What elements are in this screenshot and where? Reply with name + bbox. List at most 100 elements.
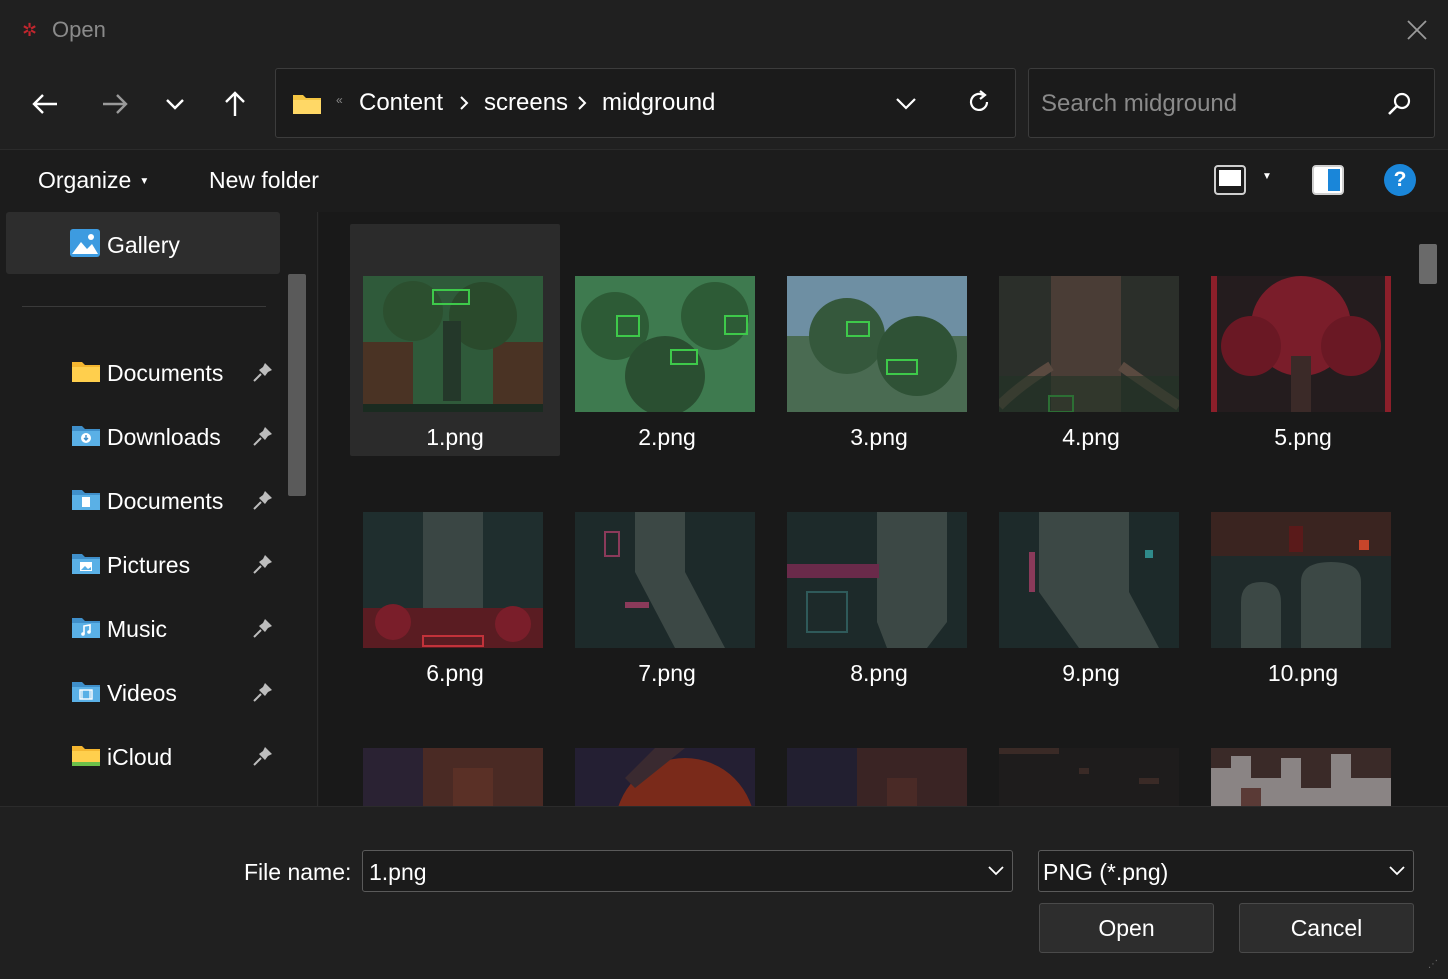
cancel-button[interactable]: Cancel xyxy=(1239,903,1414,953)
arrow-up-icon xyxy=(225,91,245,116)
search-input[interactable] xyxy=(1041,89,1371,119)
file-item[interactable] xyxy=(774,696,984,806)
back-button[interactable] xyxy=(23,84,67,124)
arrow-left-icon xyxy=(32,94,57,114)
sidebar-item-documents[interactable]: Documents xyxy=(6,348,280,400)
file-list-scrollbar[interactable] xyxy=(1419,244,1437,284)
thumbnail-image xyxy=(999,512,1179,648)
caret-down-icon: ▼ xyxy=(139,176,150,188)
file-name: 7.png xyxy=(638,660,696,686)
close-button[interactable] xyxy=(1386,0,1448,60)
resize-grip-icon[interactable]: ⋰ xyxy=(1428,959,1438,970)
refresh-icon[interactable] xyxy=(966,89,992,115)
folder-icon xyxy=(72,362,100,382)
chevron-down-icon xyxy=(1389,866,1405,876)
change-view-button[interactable] xyxy=(1213,163,1247,197)
downloads-folder-icon xyxy=(72,426,100,446)
file-name-field[interactable]: 1.png xyxy=(362,850,1013,892)
file-name: 8.png xyxy=(850,660,908,686)
breadcrumb-midground[interactable]: midground xyxy=(602,89,715,117)
title-bar: ✲ Open xyxy=(0,0,1448,60)
file-item[interactable] xyxy=(986,696,1196,806)
preview-pane-button[interactable] xyxy=(1311,163,1345,197)
help-button[interactable]: ? xyxy=(1384,164,1416,196)
file-type-select[interactable]: PNG (*.png) xyxy=(1038,850,1414,892)
sidebar-item-pictures[interactable]: Pictures xyxy=(6,540,280,592)
pin-icon[interactable] xyxy=(252,425,274,447)
open-button[interactable]: Open xyxy=(1039,903,1214,953)
file-item[interactable]: 6.png xyxy=(350,460,560,692)
thumbnail-image xyxy=(575,748,755,806)
organize-menu[interactable]: Organize ▼ xyxy=(38,167,149,194)
file-item[interactable] xyxy=(562,696,772,806)
breadcrumb-screens[interactable]: screens xyxy=(484,89,568,117)
command-bar: Organize ▼ New folder ▼ ? xyxy=(0,150,1448,212)
sidebar-item-icloud[interactable]: iCloud xyxy=(6,732,280,784)
file-item[interactable] xyxy=(350,696,560,806)
sidebar-item-documents-2[interactable]: Documents xyxy=(6,476,280,528)
address-history-chevron-icon[interactable] xyxy=(894,91,918,115)
chevron-down-icon[interactable] xyxy=(988,864,1004,876)
pin-icon[interactable] xyxy=(252,489,274,511)
search-icon[interactable] xyxy=(1386,91,1412,117)
sidebar-scrollbar[interactable] xyxy=(288,274,306,496)
file-item[interactable]: 2.png xyxy=(562,224,772,456)
file-item[interactable]: 4.png xyxy=(986,224,1196,456)
thumbnail-image xyxy=(999,748,1179,806)
music-folder-icon xyxy=(72,618,100,638)
file-item[interactable]: 8.png xyxy=(774,460,984,692)
documents-folder-icon xyxy=(72,490,100,510)
close-icon xyxy=(1407,20,1427,40)
file-item[interactable]: 10.png xyxy=(1198,460,1408,692)
sidebar-item-downloads[interactable]: Downloads xyxy=(6,412,280,464)
file-item[interactable]: 1.png xyxy=(350,224,560,456)
view-icon xyxy=(1214,165,1246,195)
file-item[interactable]: 9.png xyxy=(986,460,1196,692)
file-type-value: PNG (*.png) xyxy=(1043,859,1169,885)
breadcrumb-overflow-icon[interactable]: « xyxy=(336,93,343,107)
file-item[interactable]: 7.png xyxy=(562,460,772,692)
pin-icon[interactable] xyxy=(252,553,274,575)
file-item[interactable]: 3.png xyxy=(774,224,984,456)
videos-folder-icon xyxy=(72,682,100,702)
address-bar[interactable]: « Content screens midground xyxy=(275,68,1016,138)
organize-label: Organize xyxy=(38,167,132,193)
thumbnail-image xyxy=(363,748,543,806)
pin-icon[interactable] xyxy=(252,745,274,767)
chevron-right-icon[interactable] xyxy=(577,95,587,111)
thumbnail-image xyxy=(575,512,755,648)
icloud-folder-icon xyxy=(72,746,100,766)
sidebar-item-gallery[interactable]: Gallery xyxy=(6,212,280,274)
file-item[interactable]: 5.png xyxy=(1198,224,1408,456)
thumbnail-image xyxy=(787,276,967,412)
pin-icon[interactable] xyxy=(252,681,274,703)
thumbnail-image xyxy=(1211,276,1391,412)
up-button[interactable] xyxy=(213,84,257,124)
divider xyxy=(22,306,266,307)
forward-button[interactable] xyxy=(93,84,137,124)
folder-icon xyxy=(293,95,321,114)
breadcrumb-content[interactable]: Content xyxy=(359,89,443,117)
sidebar-item-videos[interactable]: Videos xyxy=(6,668,280,720)
chevron-down-icon xyxy=(166,99,184,110)
pictures-folder-icon xyxy=(72,554,100,574)
sidebar-item-music[interactable]: Music xyxy=(6,604,280,656)
file-name: 2.png xyxy=(638,424,696,450)
thumbnail-image xyxy=(363,512,543,648)
window-title: Open xyxy=(52,17,106,42)
file-name: 4.png xyxy=(1062,424,1120,450)
new-folder-button[interactable]: New folder xyxy=(209,167,319,194)
view-options-caret-icon[interactable]: ▼ xyxy=(1262,171,1272,182)
sidebar-item-label: Videos xyxy=(107,680,177,706)
search-box[interactable] xyxy=(1028,68,1435,138)
thumbnail-image xyxy=(787,512,967,648)
recent-locations-button[interactable] xyxy=(153,84,197,124)
navigation-bar: « Content screens midground xyxy=(0,60,1448,150)
sidebar-item-label: iCloud xyxy=(107,744,173,770)
file-item[interactable] xyxy=(1198,696,1408,806)
footer-panel: File name: 1.png PNG (*.png) Open Cancel… xyxy=(0,806,1448,979)
chevron-right-icon[interactable] xyxy=(459,95,469,111)
pin-icon[interactable] xyxy=(252,361,274,383)
file-name-value: 1.png xyxy=(369,859,427,885)
pin-icon[interactable] xyxy=(252,617,274,639)
